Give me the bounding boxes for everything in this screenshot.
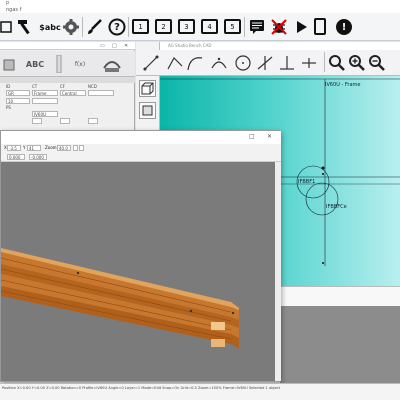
help-label: ? — [114, 21, 120, 33]
cad-toolbar — [136, 50, 400, 76]
view-checkbox[interactable] — [73, 145, 78, 151]
3d-render-canvas[interactable] — [1, 162, 275, 381]
y-label: Y — [23, 145, 26, 150]
properties-tabs[interactable] — [0, 77, 135, 83]
lower-grey-area — [280, 306, 400, 388]
field-label-ps: PS — [6, 105, 11, 110]
properties-icon-row: ABC f(x) — [0, 51, 135, 77]
line-tool-icon[interactable] — [142, 54, 160, 72]
main-toolbar: $abc ? 1 2 3 4 5 ! — [0, 13, 400, 41]
cad-window-title: AG Studio Bench CAD — [168, 43, 212, 48]
zoom-icon[interactable] — [328, 54, 346, 72]
arc-tool-icon[interactable] — [186, 54, 204, 72]
bug-off-icon[interactable] — [268, 16, 290, 38]
beam-marker — [231, 311, 235, 315]
y-offset-input[interactable]: 41 — [27, 145, 41, 151]
beam-marker — [76, 271, 80, 275]
toolbar-separator — [324, 52, 325, 72]
cube-outline-icon[interactable] — [139, 80, 156, 97]
properties-title-bar: ▭ □ ✕ — [0, 42, 135, 50]
maximize-icon[interactable]: □ — [112, 43, 117, 49]
title-bar: p — [0, 0, 400, 7]
toolbar-separator — [82, 17, 83, 37]
beam-marker — [189, 309, 193, 313]
close-icon[interactable]: ✕ — [124, 43, 128, 49]
zoom-label: Zoom — [45, 145, 57, 150]
ifb2-circle — [305, 182, 339, 216]
value-input[interactable]: -0.000 — [29, 154, 47, 160]
field-ps-input[interactable]: IV60U — [32, 111, 58, 117]
dimension-tool-icon[interactable] — [256, 54, 274, 72]
zoom-input[interactable]: 40.0 — [57, 145, 71, 151]
circle-tool-icon[interactable] — [234, 54, 252, 72]
field-id-input[interactable]: GR — [6, 90, 30, 96]
toolbar-separator — [128, 17, 129, 37]
mirror-icon[interactable] — [98, 54, 126, 74]
ifb2-label: IFBBFCe — [326, 204, 347, 210]
select-tool-icon[interactable] — [0, 16, 14, 38]
box-icon[interactable] — [139, 102, 156, 119]
view-checkbox[interactable] — [79, 145, 84, 151]
polyline-tool-icon[interactable] — [166, 54, 184, 72]
hammer-icon[interactable] — [14, 16, 36, 38]
toolbar-separator — [244, 17, 245, 37]
beam-end-face — [211, 339, 225, 347]
divide-tool-icon[interactable] — [300, 54, 318, 72]
3d-view-title-bar: □ ✕ — [1, 131, 281, 144]
maximize-icon[interactable]: □ — [249, 133, 255, 140]
field-ct-input[interactable]: Frame — [32, 90, 58, 96]
field-checkbox[interactable] — [60, 118, 70, 124]
x-offset-input[interactable]: -3.5 — [7, 145, 21, 151]
zoom-out-icon[interactable] — [368, 54, 386, 72]
abc-icon[interactable]: ABC — [22, 54, 48, 74]
play-icon[interactable] — [290, 16, 312, 38]
app-title: p — [6, 0, 10, 6]
field-checkbox[interactable] — [88, 118, 98, 124]
cad-title-bar: AG Studio Bench CAD — [160, 42, 400, 50]
gear-icon[interactable] — [60, 16, 82, 38]
view-4-button[interactable]: 4 — [201, 19, 218, 34]
node-marker — [322, 262, 324, 264]
view-1-button[interactable]: 1 — [132, 19, 149, 34]
view-3-button[interactable]: 3 — [178, 19, 195, 34]
app-window: p ngas f $abc ? 1 2 3 4 5 ! ▭ □ ✕ ABC f(… — [0, 0, 400, 400]
field-v-input[interactable]: 10 — [6, 98, 30, 104]
scrollbar[interactable] — [275, 162, 281, 381]
message-icon[interactable] — [246, 16, 268, 38]
function-icon[interactable]: f(x) — [68, 54, 92, 74]
status-text: Position X=0.00 Y=0.00 Z=0.00 Rotation=0… — [2, 386, 281, 390]
view-5-button[interactable]: 5 — [224, 19, 241, 34]
zoom-in-icon[interactable] — [348, 54, 366, 72]
node-marker — [322, 173, 324, 175]
value-input[interactable]: 0.000 — [7, 154, 25, 160]
ifb1-label: IFBBF1 — [298, 179, 315, 185]
field-ncd-input[interactable] — [88, 90, 114, 96]
device-icon[interactable] — [314, 18, 326, 35]
properties-panel: ▭ □ ✕ ABC f(x) ID CT CF NCD GR Frame Cen… — [0, 42, 135, 137]
close-icon[interactable]: ✕ — [267, 133, 272, 140]
lower-panel — [280, 286, 400, 306]
wood-beam-render — [1, 248, 239, 348]
3d-view-window[interactable]: □ ✕ X -3.5 Y 41 Zoom 40.0 0.000 -0.000 — [0, 130, 281, 382]
frame-label: IV60U - Frame — [325, 82, 360, 88]
status-bar: Position X=0.00 Y=0.00 Z=0.00 Rotation=0… — [0, 383, 400, 400]
field-checkbox[interactable] — [32, 118, 42, 124]
3d-view-toolbar: X -3.5 Y 41 Zoom 40.0 0.000 -0.000 — [1, 144, 281, 162]
perpendicular-tool-icon[interactable] — [278, 54, 296, 72]
minimize-icon[interactable]: ▭ — [100, 43, 105, 49]
curve-tool-icon[interactable] — [210, 54, 228, 72]
alert-icon[interactable]: ! — [336, 19, 352, 35]
ruler-icon[interactable] — [52, 54, 66, 74]
view-2-button[interactable]: 2 — [155, 19, 172, 34]
brush-icon[interactable] — [84, 16, 106, 38]
cube-icon[interactable] — [0, 54, 20, 74]
field-cf-input[interactable]: Central — [60, 90, 86, 96]
beam-end-face — [211, 322, 225, 330]
node-marker — [321, 166, 325, 170]
field-extra-input[interactable] — [32, 98, 58, 104]
